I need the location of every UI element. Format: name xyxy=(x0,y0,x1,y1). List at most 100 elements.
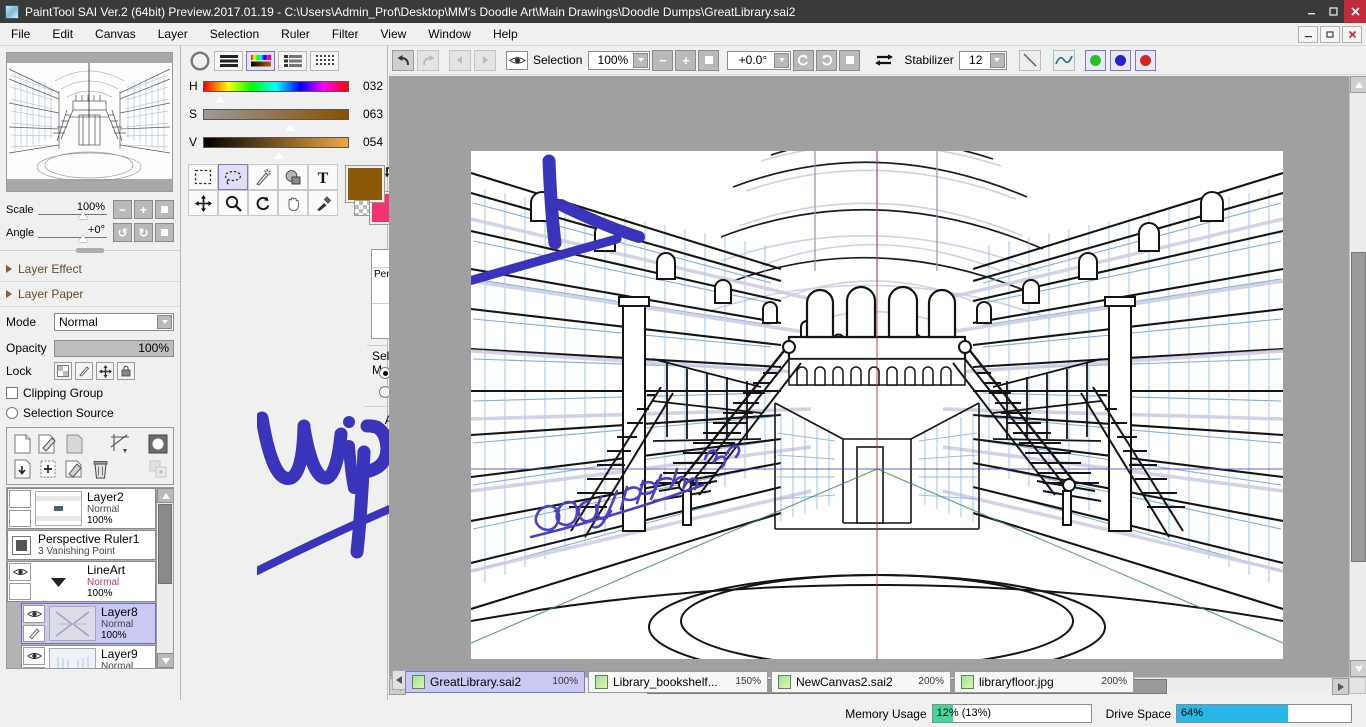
doc-tab-newcanvas2[interactable]: NewCanvas2.sai2 200% xyxy=(771,671,951,693)
layer-list-scrollbar[interactable] xyxy=(156,488,173,668)
straight-line-stabilizer-button[interactable] xyxy=(1019,50,1041,71)
zoom-level-field[interactable]: 100% xyxy=(588,51,650,70)
eyedropper-tool[interactable] xyxy=(308,190,338,216)
curve-stabilizer-button[interactable] xyxy=(1053,50,1075,71)
clipping-mask-icon[interactable] xyxy=(145,457,171,481)
lock-toggle[interactable] xyxy=(9,510,31,528)
lock-toggle[interactable] xyxy=(9,583,31,601)
menu-filter[interactable]: Filter xyxy=(321,24,370,44)
color-swatches-tab[interactable] xyxy=(310,51,339,71)
duplicate-layer-icon[interactable] xyxy=(35,457,61,481)
move-tool[interactable] xyxy=(188,190,218,216)
rotate-reset-button[interactable] xyxy=(155,223,174,242)
clipping-group-checkbox[interactable] xyxy=(6,387,18,399)
text-tool[interactable]: T xyxy=(308,164,338,190)
scale-reset-button[interactable] xyxy=(155,200,174,219)
lock-alpha-icon[interactable] xyxy=(54,362,72,380)
rotate-cw-button[interactable]: ↻ xyxy=(134,223,153,242)
angle-slider[interactable]: +0° xyxy=(38,224,107,242)
doc-tab-greatlibrary[interactable]: GreatLibrary.sai2 100% xyxy=(405,671,585,693)
delete-layer-icon[interactable] xyxy=(87,457,113,481)
saturation-slider-thumb[interactable] xyxy=(285,124,295,131)
chevron-down-icon[interactable] xyxy=(157,315,172,329)
menu-ruler[interactable]: Ruler xyxy=(270,24,321,44)
flip-canvas-button[interactable] xyxy=(874,52,894,68)
foreground-color-swatch[interactable] xyxy=(346,166,384,202)
canvas-vertical-scroll-thumb[interactable] xyxy=(1351,252,1366,562)
menu-help[interactable]: Help xyxy=(482,24,529,44)
new-layer-folder-icon[interactable] xyxy=(61,432,87,456)
canvas-rotate-cw-button[interactable] xyxy=(816,50,837,71)
menu-file[interactable]: File xyxy=(0,24,41,44)
lock-layer-icon[interactable] xyxy=(117,362,135,380)
chevron-down-icon[interactable] xyxy=(774,53,789,68)
step-forward-button[interactable] xyxy=(474,50,496,71)
hsv-sliders-tab[interactable] xyxy=(246,51,275,71)
layer-list[interactable]: Layer2 Normal 100% Perspective Ruler1 3 … xyxy=(6,487,174,669)
menu-edit[interactable]: Edit xyxy=(41,24,84,44)
mdi-close-button[interactable] xyxy=(1342,26,1362,43)
step-back-button[interactable] xyxy=(449,50,471,71)
layer-paper-section[interactable]: Layer Paper xyxy=(0,282,180,307)
canvas-rotate-reset-button[interactable] xyxy=(839,50,860,71)
lock-toggle[interactable] xyxy=(23,667,45,669)
zoom-out-button[interactable]: − xyxy=(652,50,673,71)
clear-layer-icon[interactable] xyxy=(61,457,87,481)
mdi-restore-button[interactable] xyxy=(1320,26,1340,43)
color-marker-red-button[interactable] xyxy=(1135,50,1156,71)
layer-row-lineart[interactable]: LineArt Normal 100% xyxy=(7,561,156,602)
canvas-paper[interactable] xyxy=(471,151,1283,659)
selection-source-row[interactable]: Selection Source xyxy=(0,403,180,423)
scale-slider-thumb[interactable] xyxy=(78,212,88,219)
layer-effect-section[interactable]: Layer Effect xyxy=(0,257,180,282)
zoom-in-button[interactable]: + xyxy=(675,50,696,71)
chevron-down-icon[interactable] xyxy=(633,53,648,68)
doc-tab-libraryfloor[interactable]: libraryfloor.jpg 200% xyxy=(954,671,1134,693)
zoom-reset-button[interactable] xyxy=(698,50,719,71)
visibility-toggle[interactable] xyxy=(23,647,45,665)
color-marker-green-button[interactable] xyxy=(1085,50,1106,71)
hue-slider-thumb[interactable] xyxy=(215,96,225,103)
scale-slider[interactable]: 100% xyxy=(38,201,107,219)
layer-mask-icon[interactable] xyxy=(145,432,171,456)
merge-down-icon[interactable] xyxy=(9,457,35,481)
color-list-tab[interactable] xyxy=(278,51,307,71)
zoom-tool[interactable] xyxy=(218,190,248,216)
magic-wand-tool[interactable] xyxy=(248,164,278,190)
scroll-down-button[interactable] xyxy=(157,653,174,668)
canvas-angle-field[interactable]: +0.0° xyxy=(727,51,791,70)
menu-window[interactable]: Window xyxy=(417,24,482,44)
opacity-slider[interactable]: 100% xyxy=(54,340,174,357)
mdi-minimize-button[interactable] xyxy=(1298,26,1318,43)
selection-source-radio[interactable] xyxy=(6,407,18,419)
lasso-select-tool[interactable] xyxy=(218,164,248,190)
angle-slider-thumb[interactable] xyxy=(78,235,88,242)
color-wheel-tab[interactable] xyxy=(189,51,211,71)
visibility-toggle[interactable] xyxy=(9,490,31,508)
object-select-tool[interactable] xyxy=(278,164,308,190)
new-ruler-icon[interactable] xyxy=(107,432,133,456)
menu-selection[interactable]: Selection xyxy=(199,24,270,44)
anti-aliasing-checkbox[interactable] xyxy=(371,421,380,433)
folder-collapse-toggle[interactable] xyxy=(35,564,82,599)
undo-button[interactable] xyxy=(392,50,414,71)
clipping-group-row[interactable]: Clipping Group xyxy=(0,383,180,403)
value-slider-thumb[interactable] xyxy=(274,152,284,159)
menu-view[interactable]: View xyxy=(369,24,417,44)
panel-divider-grip[interactable] xyxy=(0,246,180,255)
value-slider[interactable] xyxy=(203,137,349,148)
color-marker-blue-button[interactable] xyxy=(1110,50,1131,71)
rotate-ccw-button[interactable]: ↺ xyxy=(113,223,132,242)
hue-slider[interactable] xyxy=(203,81,349,92)
layer-row-layer2[interactable]: Layer2 Normal 100% xyxy=(7,488,156,529)
scale-increase-button[interactable]: + xyxy=(134,200,153,219)
rotate-tool[interactable] xyxy=(248,190,278,216)
redo-button[interactable] xyxy=(417,50,439,71)
blend-mode-select[interactable]: Normal xyxy=(54,313,174,331)
lock-toggle[interactable] xyxy=(23,625,45,643)
ruler-visibility-toggle[interactable] xyxy=(12,536,31,555)
layer-row-layer8[interactable]: Layer8 Normal 100% xyxy=(21,603,156,644)
new-linework-layer-icon[interactable] xyxy=(35,432,61,456)
layer-row-perspective-ruler1[interactable]: Perspective Ruler1 3 Vanishing Point xyxy=(7,530,156,560)
menu-layer[interactable]: Layer xyxy=(147,24,199,44)
